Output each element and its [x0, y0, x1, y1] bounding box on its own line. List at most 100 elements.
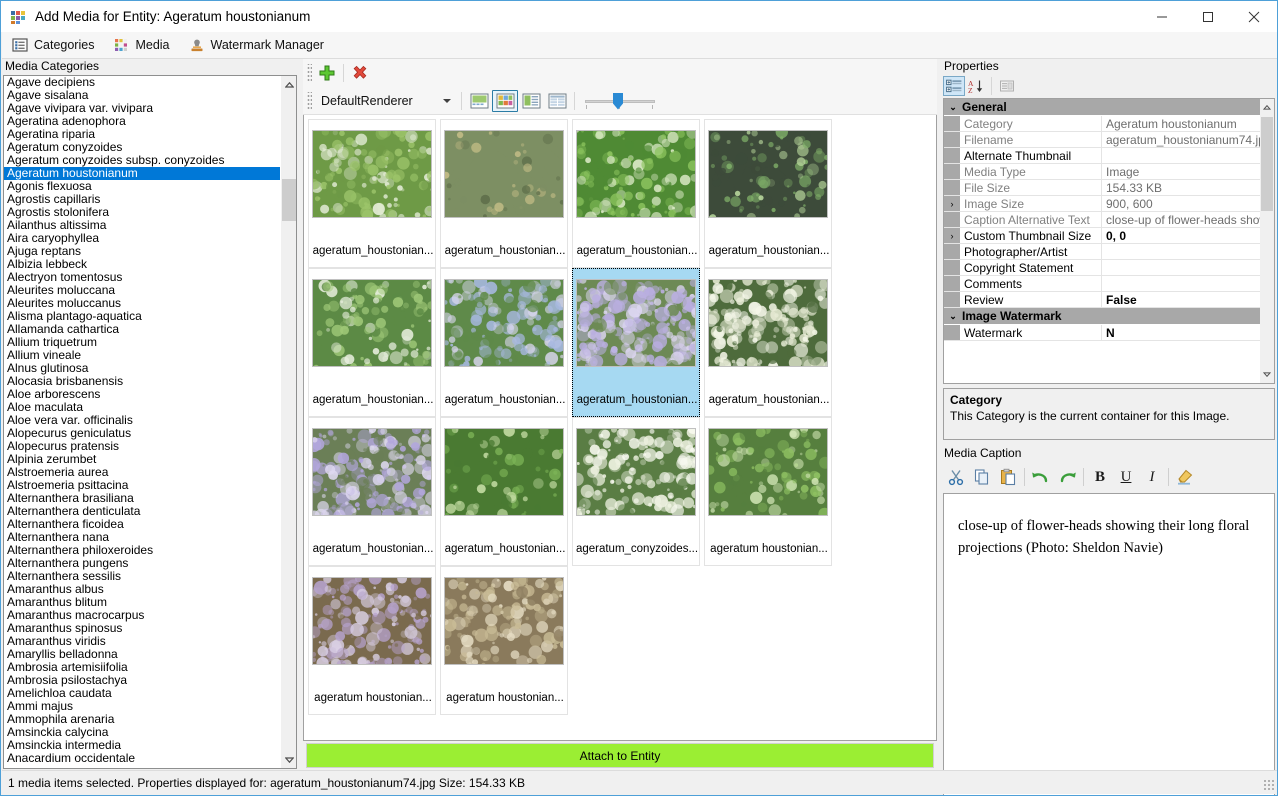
property-value[interactable]: Image: [1102, 164, 1260, 179]
chevron-down-icon[interactable]: ⌄: [944, 311, 962, 322]
property-row[interactable]: Caption Alternative Text close-up of flow…: [944, 212, 1260, 228]
media-caption-editor[interactable]: close-up of flower-heads showing their l…: [943, 493, 1275, 795]
category-list-item[interactable]: Alternanthera nana: [4, 531, 280, 544]
thumbnail-grid-view-button[interactable]: [492, 89, 518, 112]
category-list-item[interactable]: Alstroemeria aurea: [4, 466, 280, 479]
category-list-item[interactable]: Amsinckia calycina: [4, 726, 280, 739]
view-toolbar-grip[interactable]: [307, 91, 312, 110]
thumbnail-item[interactable]: ageratum_houstonian...: [308, 119, 436, 268]
thumbnail-item[interactable]: ageratum_houstonian...: [704, 268, 832, 417]
renderer-dropdown[interactable]: DefaultRenderer: [317, 90, 457, 111]
category-list-item[interactable]: Aloe vera var. officinalis: [4, 414, 280, 427]
thumbnail-item[interactable]: ageratum_houstonian...: [572, 119, 700, 268]
scroll-down-icon[interactable]: [281, 751, 296, 768]
detail-split-view-button[interactable]: [518, 90, 544, 112]
paste-icon[interactable]: [995, 465, 1021, 489]
thumbnail-item[interactable]: ageratum houstonian...: [308, 566, 436, 715]
category-list-item[interactable]: Alopecurus pratensis: [4, 440, 280, 453]
category-list-item[interactable]: Aira caryophyllea: [4, 232, 280, 245]
add-media-button[interactable]: [315, 62, 339, 84]
category-list-item[interactable]: Amaranthus blitum: [4, 596, 280, 609]
category-list-item[interactable]: Ambrosia psilostachya: [4, 674, 280, 687]
undo-icon[interactable]: [1028, 465, 1054, 489]
category-list-item[interactable]: Alternanthera pungens: [4, 557, 280, 570]
thumbnail-item[interactable]: ageratum houstonian...: [704, 417, 832, 566]
category-list-item[interactable]: Amaranthus macrocarpus: [4, 609, 280, 622]
thumbnail-item[interactable]: ageratum_houstonian...: [440, 268, 568, 417]
category-list-item[interactable]: Aloe arborescens: [4, 388, 280, 401]
category-list-item[interactable]: Agonis flexuosa: [4, 180, 280, 193]
thumbnail-size-slider[interactable]: [583, 90, 657, 112]
categories-scrollbar[interactable]: [280, 76, 296, 768]
property-value[interactable]: 0, 0: [1102, 228, 1260, 243]
property-category-header[interactable]: ⌄ General: [944, 99, 1260, 116]
category-list-item[interactable]: Ambrosia artemisiifolia: [4, 661, 280, 674]
bold-icon[interactable]: B: [1087, 465, 1113, 489]
category-list-item[interactable]: Alopecurus geniculatus: [4, 427, 280, 440]
delete-media-button[interactable]: [348, 62, 372, 84]
property-row[interactable]: Filename ageratum_houstonianum74.jpg: [944, 132, 1260, 148]
category-list-item[interactable]: Agave vivipara var. vivipara: [4, 102, 280, 115]
property-category-header[interactable]: ⌄ Image Watermark: [944, 308, 1260, 325]
category-list-item[interactable]: Alnus glutinosa: [4, 362, 280, 375]
property-grid-scrollbar-thumb[interactable]: [1261, 117, 1273, 211]
expand-icon[interactable]: ›: [944, 196, 960, 211]
thumbnail-item[interactable]: ageratum_houstonian...: [308, 417, 436, 566]
category-list-item[interactable]: Alstroemeria psittacina: [4, 479, 280, 492]
thumbnail-item[interactable]: ageratum_houstonian...: [308, 268, 436, 417]
media-categories-list[interactable]: Agave decipiens Agave sisalana Agave vivip…: [3, 75, 297, 769]
property-pages-button[interactable]: [996, 76, 1018, 96]
thumbnail-grid[interactable]: ageratum_houstonian... ageratum_houstonia…: [303, 115, 937, 741]
category-list-item[interactable]: Ageratina riparia: [4, 128, 280, 141]
menu-item-watermark-manager[interactable]: Watermark Manager: [184, 33, 333, 57]
property-value[interactable]: [1102, 244, 1260, 259]
property-value[interactable]: [1102, 276, 1260, 291]
menu-item-media[interactable]: Media: [108, 33, 178, 57]
resize-grip[interactable]: [1263, 779, 1275, 791]
category-list-item[interactable]: Ammi majus: [4, 700, 280, 713]
category-list-item[interactable]: Agrostis stolonifera: [4, 206, 280, 219]
category-list-item[interactable]: Ammophila arenaria: [4, 713, 280, 726]
property-value[interactable]: False: [1102, 292, 1260, 307]
property-row[interactable]: › Custom Thumbnail Size 0, 0: [944, 228, 1260, 244]
categorized-view-button[interactable]: [943, 76, 965, 96]
chevron-down-icon[interactable]: ⌄: [944, 102, 962, 113]
category-list-item[interactable]: Ailanthus altissima: [4, 219, 280, 232]
thumbnail-item[interactable]: ageratum_houstonian...: [440, 417, 568, 566]
large-tile-view-button[interactable]: [466, 90, 492, 112]
category-list-item[interactable]: Aleurites moluccanus: [4, 297, 280, 310]
italic-icon[interactable]: I: [1139, 465, 1165, 489]
category-list-item[interactable]: Ageratum houstonianum: [4, 167, 280, 180]
category-list-item[interactable]: Amsinckia intermedia: [4, 739, 280, 752]
category-list-item[interactable]: Ageratum conyzoides: [4, 141, 280, 154]
close-button[interactable]: [1231, 1, 1277, 32]
property-value[interactable]: ageratum_houstonianum74.jpg: [1102, 132, 1260, 147]
category-list-item[interactable]: Agave sisalana: [4, 89, 280, 102]
property-row[interactable]: Media Type Image: [944, 164, 1260, 180]
toolbar-grip[interactable]: [307, 64, 312, 82]
property-row[interactable]: › Image Size 900, 600: [944, 196, 1260, 212]
property-scroll-up-icon[interactable]: [1260, 99, 1274, 116]
property-value[interactable]: [1102, 260, 1260, 275]
category-list-item[interactable]: Allium triquetrum: [4, 336, 280, 349]
maximize-button[interactable]: [1185, 1, 1231, 32]
category-list-item[interactable]: Alternanthera philoxeroides: [4, 544, 280, 557]
categories-scrollbar-thumb[interactable]: [282, 179, 296, 221]
property-row[interactable]: Category Ageratum houstonianum: [944, 116, 1260, 132]
category-list-item[interactable]: Alocasia brisbanensis: [4, 375, 280, 388]
category-list-item[interactable]: Alpinia zerumbet: [4, 453, 280, 466]
category-list-item[interactable]: Alternanthera brasiliana: [4, 492, 280, 505]
property-value[interactable]: close-up of flower-heads showing: [1102, 212, 1260, 227]
category-list-item[interactable]: Alisma plantago-aquatica: [4, 310, 280, 323]
category-list-item[interactable]: Ageratina adenophora: [4, 115, 280, 128]
property-scroll-down-icon[interactable]: [1260, 366, 1274, 383]
property-row[interactable]: Copyright Statement: [944, 260, 1260, 276]
category-list-item[interactable]: Amaranthus viridis: [4, 635, 280, 648]
redo-icon[interactable]: [1054, 465, 1080, 489]
property-row[interactable]: Comments: [944, 276, 1260, 292]
category-list-item[interactable]: Allamanda cathartica: [4, 323, 280, 336]
property-value[interactable]: 900, 600: [1102, 196, 1260, 211]
thumbnail-item[interactable]: ageratum_conyzoides...: [572, 417, 700, 566]
cut-icon[interactable]: [943, 465, 969, 489]
category-list-item[interactable]: Allium vineale: [4, 349, 280, 362]
